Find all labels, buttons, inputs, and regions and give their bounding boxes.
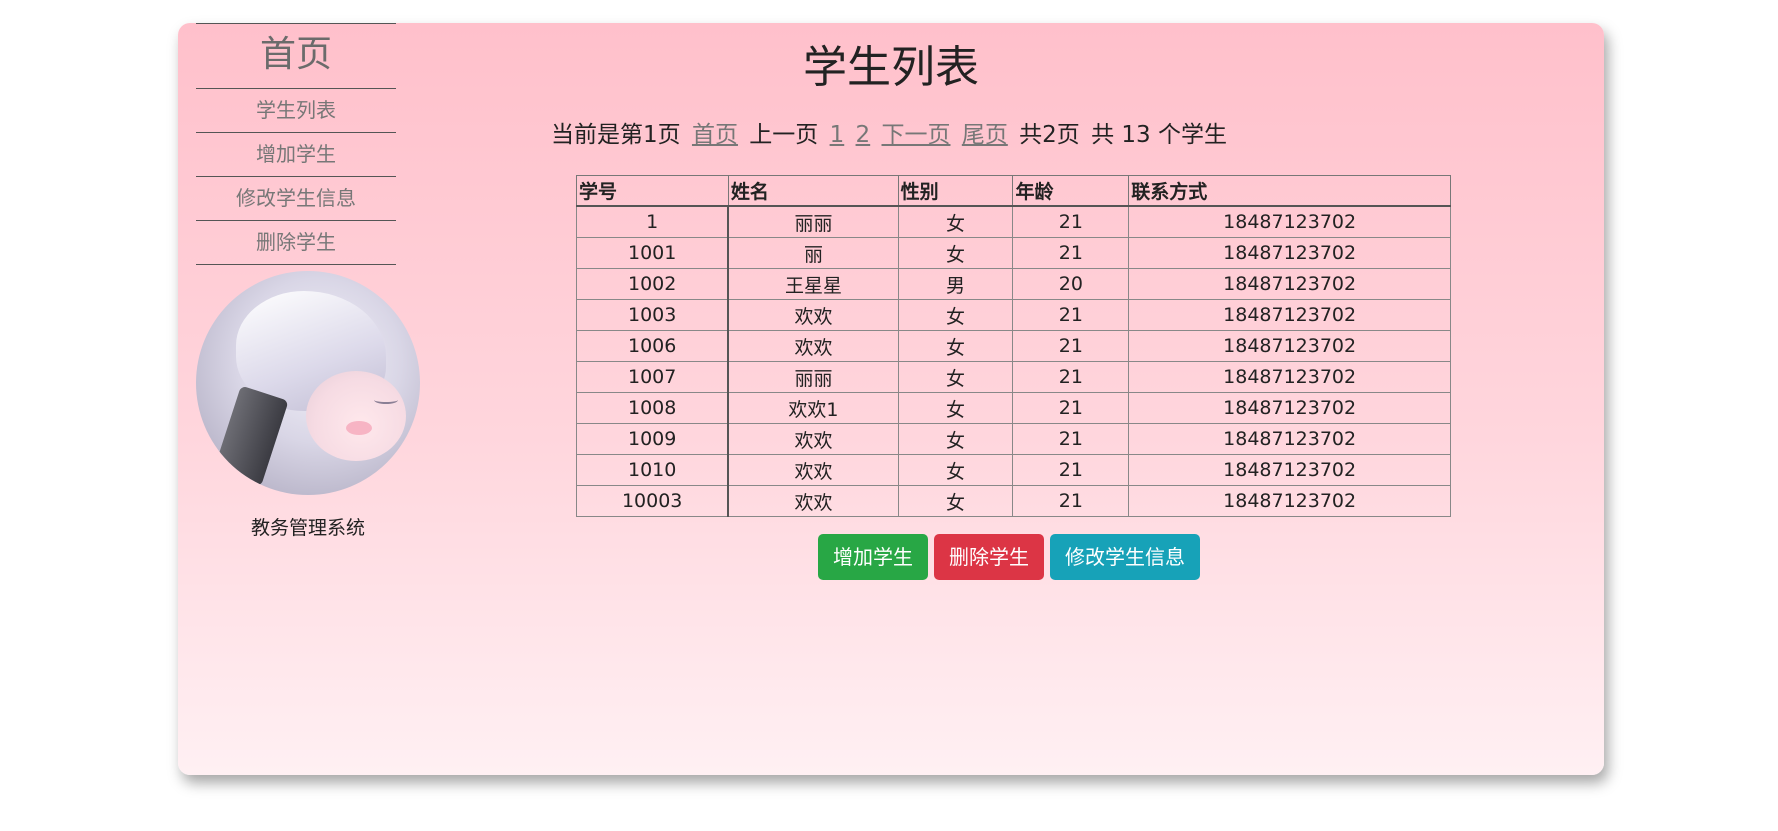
cell-gender: 女	[897, 205, 1014, 238]
cell-name: 丽丽	[727, 361, 899, 393]
cell-contact: 18487123702	[1128, 205, 1451, 238]
pager-prev-text: 上一页	[749, 122, 819, 148]
system-name: 教务管理系统	[250, 517, 365, 539]
add-student-button[interactable]: 增加学生	[818, 534, 928, 580]
column-header-name: 姓名	[727, 175, 899, 207]
cell-name: 丽丽	[727, 205, 899, 238]
cell-name: 欢欢1	[727, 392, 899, 424]
cell-age: 21	[1012, 299, 1130, 331]
avatar	[196, 271, 420, 495]
cell-id: 1008	[576, 392, 730, 424]
cell-age: 21	[1012, 485, 1130, 517]
cell-gender: 女	[897, 361, 1014, 393]
cell-name: 欢欢	[727, 454, 899, 486]
pager-current-page: 当前是第1页	[551, 122, 681, 148]
table-row: 1006 欢欢女 21 18487123702	[576, 330, 1451, 362]
pager-last-link[interactable]: 尾页	[962, 122, 1008, 148]
pager-page-2-link[interactable]: 2	[856, 122, 871, 148]
cell-gender: 女	[897, 485, 1014, 517]
sidebar: 首页 学生列表 增加学生 修改学生信息 删除学生 教务管理系统	[196, 23, 420, 540]
cell-gender: 女	[897, 423, 1014, 455]
pagination: 当前是第1页 首页 上一页 1 2 下一页 尾页 共2页 共 13 个学生	[178, 115, 1604, 149]
table-body: 1 丽丽女 21 18487123702 1001 丽女 21 18487123702 1002…	[576, 205, 1451, 517]
cell-age: 21	[1012, 237, 1130, 269]
cell-gender: 女	[897, 454, 1014, 486]
table-header-row: 学号 姓名 性别 年龄 联系方式	[576, 175, 1451, 207]
cell-id: 1001	[576, 237, 730, 269]
table-row: 1 丽丽女 21 18487123702	[576, 205, 1451, 238]
pager-page-1-link[interactable]: 1	[830, 122, 845, 148]
page-title: 学生列表	[803, 42, 979, 93]
cell-contact: 18487123702	[1128, 330, 1451, 362]
action-buttons: 增加学生 删除学生 修改学生信息	[818, 534, 1200, 580]
cell-age: 21	[1012, 423, 1130, 455]
cell-contact: 18487123702	[1128, 268, 1451, 300]
column-header-age: 年龄	[1012, 175, 1130, 207]
cell-id: 1010	[576, 454, 730, 486]
cell-age: 21	[1012, 392, 1130, 424]
sidebar-item-edit-student[interactable]: 修改学生信息	[196, 177, 396, 221]
cell-id: 1002	[576, 268, 730, 300]
avatar-eye	[374, 396, 398, 404]
cell-age: 20	[1012, 268, 1130, 300]
cell-age: 21	[1012, 330, 1130, 362]
avatar-blush	[346, 421, 372, 435]
table-row: 1001 丽女 21 18487123702	[576, 237, 1451, 269]
cell-age: 21	[1012, 454, 1130, 486]
cell-age: 21	[1012, 361, 1130, 393]
column-header-contact: 联系方式	[1128, 175, 1451, 207]
cell-name: 欢欢	[727, 330, 899, 362]
cell-gender: 女	[897, 237, 1014, 269]
sidebar-item-delete-student[interactable]: 删除学生	[196, 221, 396, 265]
cell-contact: 18487123702	[1128, 392, 1451, 424]
cell-age: 21	[1012, 205, 1130, 238]
table-row: 1009 欢欢女 21 18487123702	[576, 423, 1451, 455]
cell-contact: 18487123702	[1128, 361, 1451, 393]
edit-student-button[interactable]: 修改学生信息	[1050, 534, 1200, 580]
cell-name: 欢欢	[727, 423, 899, 455]
table-row: 1007 丽丽女 21 18487123702	[576, 361, 1451, 393]
table-row: 1002 王星星男 20 18487123702	[576, 268, 1451, 300]
main-card: 首页 学生列表 增加学生 修改学生信息 删除学生 教务管理系统 学生列表 当前是…	[178, 23, 1604, 775]
cell-contact: 18487123702	[1128, 485, 1451, 517]
table-row: 1003 欢欢女 21 18487123702	[576, 299, 1451, 331]
cell-name: 欢欢	[727, 299, 899, 331]
cell-contact: 18487123702	[1128, 237, 1451, 269]
cell-id: 1006	[576, 330, 730, 362]
cell-name: 王星星	[727, 268, 899, 300]
pager-next-link[interactable]: 下一页	[882, 122, 951, 148]
pager-total-students: 共 13 个学生	[1091, 122, 1227, 148]
cell-contact: 18487123702	[1128, 299, 1451, 331]
cell-id: 10003	[576, 485, 730, 517]
pager-total-pages: 共2页	[1019, 122, 1080, 148]
cell-gender: 女	[897, 392, 1014, 424]
cell-gender: 女	[897, 299, 1014, 331]
avatar-ribbon	[213, 385, 289, 487]
cell-gender: 女	[897, 330, 1014, 362]
table-row: 10003 欢欢女 21 18487123702	[576, 485, 1451, 517]
table-row: 1010 欢欢女 21 18487123702	[576, 454, 1451, 486]
cell-gender: 男	[897, 268, 1014, 300]
column-header-id: 学号	[576, 175, 729, 207]
cell-id: 1003	[576, 299, 730, 331]
table-row: 1008 欢欢1 女 21 18487123702	[576, 392, 1451, 424]
cell-id: 1009	[576, 423, 730, 455]
cell-id: 1007	[576, 361, 730, 393]
student-table: 学号 姓名 性别 年龄 联系方式 1 丽丽女 21 18487123702 1001 丽女…	[576, 175, 1451, 517]
avatar-face	[306, 371, 406, 461]
cell-contact: 18487123702	[1128, 454, 1451, 486]
cell-id: 1	[576, 205, 730, 238]
cell-name: 欢欢	[727, 485, 899, 517]
cell-name: 丽	[727, 237, 899, 269]
pager-first-link[interactable]: 首页	[692, 122, 738, 148]
delete-student-button[interactable]: 删除学生	[934, 534, 1044, 580]
column-header-gender: 性别	[897, 175, 1014, 207]
cell-contact: 18487123702	[1128, 423, 1451, 455]
